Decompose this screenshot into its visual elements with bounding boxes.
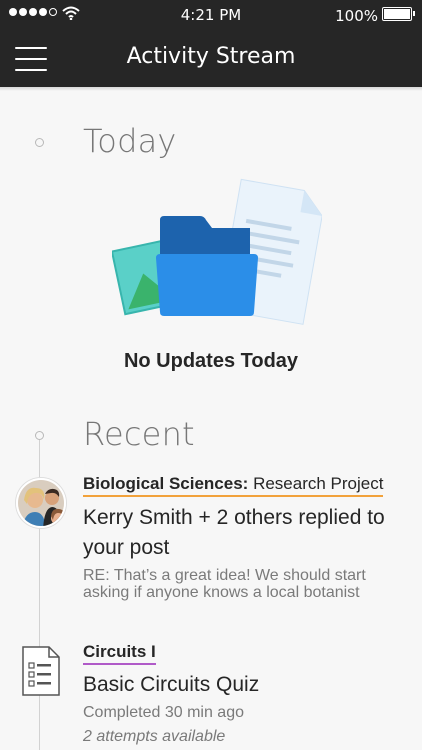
activity-detail: RE: That’s a great idea! We should start… — [83, 567, 366, 601]
avatar[interactable] — [16, 478, 66, 528]
activity-headline: Kerry Smith + 2 others replied to your p… — [83, 506, 385, 559]
activity-detail: Completed 30 min ago — [83, 704, 244, 721]
course-label: Circuits I — [83, 642, 413, 665]
course-label: Biological Sciences: Research Project — [83, 474, 413, 497]
course-name: Biological Sciences: — [83, 474, 249, 493]
status-bar: 4:21 PM 100% — [0, 0, 422, 30]
section-heading-today: Today — [83, 122, 177, 160]
list-item[interactable]: Circuits I Basic Circuits Quiz Completed… — [83, 642, 413, 747]
course-context: Research Project — [253, 474, 384, 493]
folder-documents-illustration — [112, 178, 322, 325]
battery-icon — [382, 7, 415, 21]
empty-state-message: No Updates Today — [123, 350, 299, 372]
timeline-dot-today — [35, 138, 44, 147]
section-heading-recent: Recent — [83, 415, 195, 453]
quiz-document-icon — [22, 646, 60, 696]
group-avatar-icon — [18, 480, 64, 526]
timeline-dot-recent — [35, 431, 44, 440]
list-item[interactable]: Biological Sciences: Research Project Ke… — [83, 474, 413, 601]
course-name: Circuits I — [83, 642, 156, 661]
activity-headline: Basic Circuits Quiz — [83, 673, 260, 696]
activity-note: 2 attempts available — [83, 728, 226, 745]
page-title: Activity Stream — [126, 44, 296, 69]
nav-shadow — [0, 87, 422, 91]
nav-bar: Activity Stream — [0, 30, 422, 87]
battery-percentage: 100% — [335, 7, 378, 25]
